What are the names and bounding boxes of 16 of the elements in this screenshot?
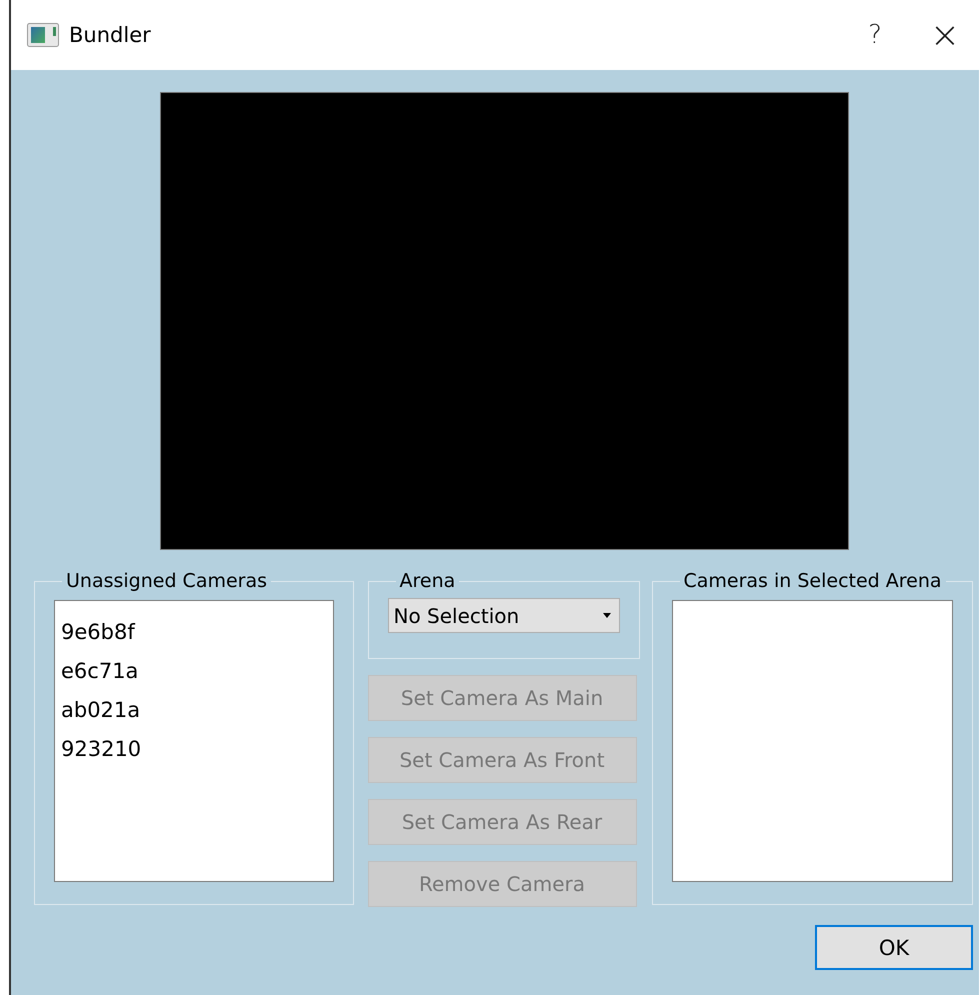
group-title: Unassigned Cameras xyxy=(65,570,268,592)
camera-list[interactable]: 9e6b8f e6c71a ab021a 923210 xyxy=(54,600,334,882)
group-title: Arena xyxy=(398,570,456,592)
close-button[interactable]: × xyxy=(915,10,975,60)
list-item[interactable]: 923210 xyxy=(61,730,326,769)
camera-list[interactable] xyxy=(672,600,953,882)
ok-button[interactable]: OK xyxy=(815,925,973,970)
list-item[interactable]: 9e6b8f xyxy=(61,613,326,652)
app-icon xyxy=(27,23,59,47)
help-button[interactable]: ? xyxy=(845,10,905,60)
caret-icon xyxy=(602,613,610,618)
list-item[interactable]: e6c71a xyxy=(61,652,326,691)
arena-dropdown[interactable]: No Selection xyxy=(388,598,620,633)
window-title: Bundler xyxy=(69,23,151,47)
group-title: Cameras in Selected Arena xyxy=(682,570,943,592)
list-item[interactable]: ab021a xyxy=(61,691,326,730)
